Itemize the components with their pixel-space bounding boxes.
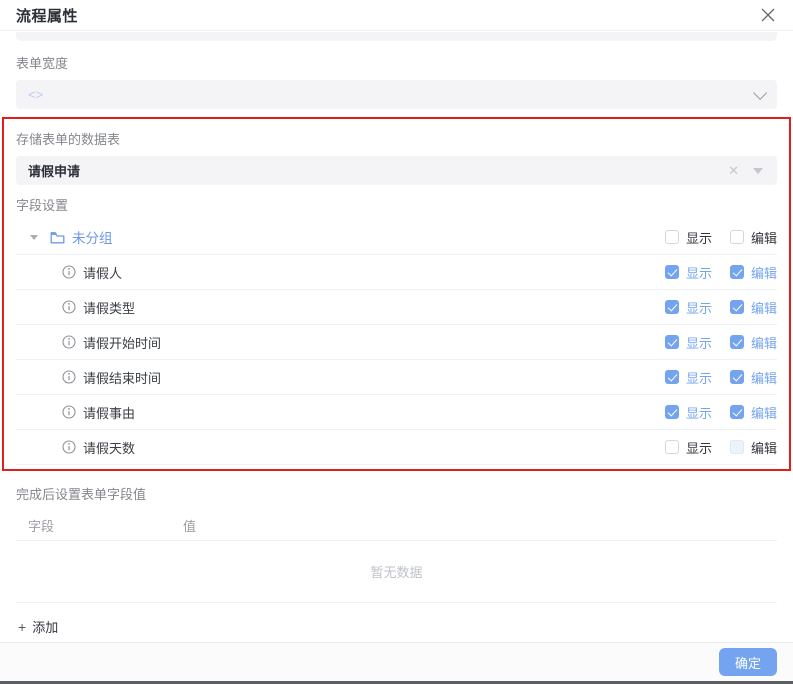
process-properties-dialog: 流程属性 表单宽度 <> 存储表单的数据表 请假申请 ✕ 字段设置 [0, 0, 793, 684]
field-settings-tree: 未分组 显示 编辑 请假人 [16, 220, 777, 465]
group-show-checkbox[interactable]: 显示 [665, 228, 712, 247]
field-name: 请假天数 [83, 438, 135, 457]
edit-checkbox[interactable]: 编辑 [730, 438, 777, 457]
field-name: 请假人 [83, 263, 122, 282]
show-checkbox[interactable]: 显示 [665, 368, 712, 387]
checkbox-icon [665, 335, 679, 349]
checkbox-icon [665, 230, 679, 244]
dialog-body: 表单宽度 <> 存储表单的数据表 请假申请 ✕ 字段设置 [0, 31, 793, 642]
checkbox-icon [730, 335, 744, 349]
checkbox-label: 编辑 [751, 403, 777, 422]
checkbox-icon [665, 440, 679, 454]
column-value: 值 [183, 516, 196, 535]
plus-icon: + [18, 619, 26, 635]
show-checkbox[interactable]: 显示 [665, 298, 712, 317]
checkbox-label: 编辑 [751, 333, 777, 352]
dialog-title: 流程属性 [16, 5, 78, 26]
checkbox-icon [730, 300, 744, 314]
after-complete-label: 完成后设置表单字段值 [16, 486, 777, 503]
checkbox-label: 显示 [686, 228, 712, 247]
field-name: 请假事由 [83, 403, 135, 422]
field-row-leave-person: 请假人 显示 编辑 [16, 255, 777, 290]
checkbox-label: 显示 [686, 263, 712, 282]
checkbox-label: 编辑 [751, 228, 777, 247]
checkbox-label: 编辑 [751, 263, 777, 282]
field-name: 请假开始时间 [83, 333, 161, 352]
form-width-label: 表单宽度 [16, 55, 777, 72]
checkbox-icon [730, 230, 744, 244]
checkbox-label: 显示 [686, 333, 712, 352]
close-icon[interactable] [759, 6, 777, 24]
edit-checkbox[interactable]: 编辑 [730, 403, 777, 422]
info-icon [62, 335, 76, 349]
field-row-leave-type: 请假类型 显示 编辑 [16, 290, 777, 325]
chevron-down-icon [753, 85, 767, 99]
checkbox-label: 编辑 [751, 438, 777, 457]
dialog-footer: 确定 [0, 642, 793, 681]
checkbox-icon [730, 265, 744, 279]
empty-text: 暂无数据 [370, 562, 422, 581]
confirm-button[interactable]: 确定 [719, 648, 777, 676]
checkbox-icon [665, 370, 679, 384]
field-name: 请假结束时间 [83, 368, 161, 387]
checkbox-label: 显示 [686, 438, 712, 457]
field-name: 请假类型 [83, 298, 135, 317]
field-value-table-header: 字段 值 [16, 511, 777, 541]
dialog-header: 流程属性 [0, 0, 793, 31]
info-icon [62, 265, 76, 279]
checkbox-label: 编辑 [751, 368, 777, 387]
form-width-select[interactable]: <> [16, 80, 777, 109]
form-width-placeholder: <> [28, 87, 43, 102]
info-icon [62, 370, 76, 384]
group-name: 未分组 [72, 227, 113, 247]
data-table-select[interactable]: 请假申请 ✕ [16, 156, 777, 185]
checkbox-icon [730, 405, 744, 419]
checkbox-icon [665, 265, 679, 279]
show-checkbox[interactable]: 显示 [665, 438, 712, 457]
field-row-leave-reason: 请假事由 显示 编辑 [16, 395, 777, 430]
column-field: 字段 [28, 516, 183, 535]
edit-checkbox[interactable]: 编辑 [730, 368, 777, 387]
info-icon [62, 300, 76, 314]
checkbox-label: 编辑 [751, 298, 777, 317]
edit-checkbox[interactable]: 编辑 [730, 263, 777, 282]
info-icon [62, 440, 76, 454]
show-checkbox[interactable]: 显示 [665, 263, 712, 282]
show-checkbox[interactable]: 显示 [665, 403, 712, 422]
add-button[interactable]: + 添加 [16, 603, 777, 636]
tree-group-row[interactable]: 未分组 显示 编辑 [16, 220, 777, 255]
edit-checkbox[interactable]: 编辑 [730, 298, 777, 317]
tree-caret-icon[interactable] [30, 235, 38, 240]
highlight-annotation-box: 存储表单的数据表 请假申请 ✕ 字段设置 未分组 [2, 117, 791, 471]
clipped-previous-field [16, 32, 777, 41]
caret-down-icon [753, 168, 763, 174]
clear-icon[interactable]: ✕ [728, 164, 739, 177]
checkbox-icon [665, 300, 679, 314]
show-checkbox[interactable]: 显示 [665, 333, 712, 352]
checkbox-label: 显示 [686, 298, 712, 317]
checkbox-label: 显示 [686, 368, 712, 387]
add-label: 添加 [32, 617, 58, 636]
checkbox-icon [730, 370, 744, 384]
data-table-value: 请假申请 [28, 161, 80, 180]
info-icon [62, 405, 76, 419]
field-settings-label: 字段设置 [16, 197, 777, 214]
checkbox-icon [730, 440, 744, 454]
edit-checkbox[interactable]: 编辑 [730, 333, 777, 352]
group-edit-checkbox[interactable]: 编辑 [730, 228, 777, 247]
field-row-leave-end: 请假结束时间 显示 编辑 [16, 360, 777, 395]
folder-icon [50, 231, 65, 244]
field-row-leave-days: 请假天数 显示 编辑 [16, 430, 777, 465]
checkbox-icon [665, 405, 679, 419]
data-table-label: 存储表单的数据表 [16, 131, 777, 148]
empty-state: 暂无数据 [16, 541, 777, 603]
field-row-leave-start: 请假开始时间 显示 编辑 [16, 325, 777, 360]
checkbox-label: 显示 [686, 403, 712, 422]
